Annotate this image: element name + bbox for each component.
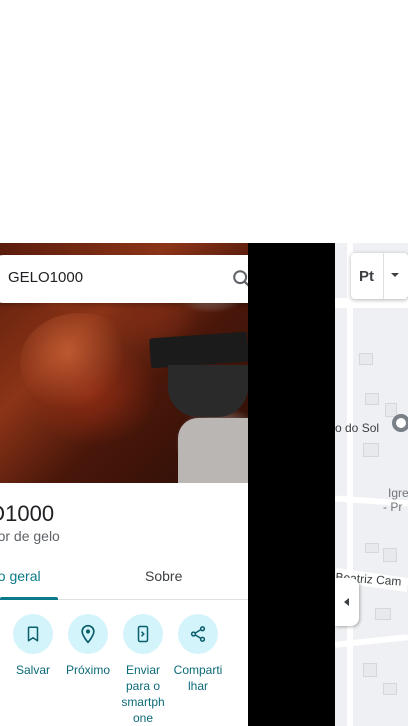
send-to-phone-button[interactable]: Enviar para o smartph one — [113, 614, 173, 726]
panel-gap — [248, 243, 335, 726]
nearby-label: Próximo — [65, 663, 110, 677]
bookmark-icon — [13, 614, 53, 654]
save-label: Salvar — [15, 663, 50, 677]
photo-grill-base — [168, 365, 248, 417]
map-label-church: Igre — [388, 486, 408, 500]
photo-grill — [149, 331, 248, 369]
chevron-down-icon[interactable] — [391, 273, 399, 277]
map-road — [335, 634, 408, 648]
nearby-icon — [68, 614, 108, 654]
map-road — [347, 243, 353, 726]
place-title: O1000 — [0, 501, 55, 526]
map-building — [363, 443, 379, 457]
nearby-button[interactable]: Próximo — [58, 614, 118, 678]
search-input[interactable]: GELO1000 — [8, 269, 83, 286]
map-building — [383, 683, 397, 695]
map-building — [365, 393, 379, 405]
map-pin-icon[interactable] — [392, 414, 408, 432]
share-icon — [178, 614, 218, 654]
collapse-panel-button[interactable] — [335, 578, 359, 626]
send-to-phone-icon — [123, 614, 163, 654]
tab-about[interactable]: Sobre — [145, 568, 182, 584]
map-road — [335, 298, 408, 308]
layers-separator — [383, 253, 384, 299]
send-to-phone-label: Enviar para o smartph one — [121, 663, 165, 725]
map-label-fragment: - Pr — [383, 500, 403, 514]
place-category[interactable]: edor de gelo — [0, 528, 60, 544]
map-building — [383, 548, 397, 562]
map-building — [363, 663, 377, 677]
chevron-left-icon — [344, 598, 349, 606]
layers-label: Pt — [359, 268, 374, 285]
share-button[interactable]: Comparti lhar — [168, 614, 228, 694]
map-building — [365, 543, 379, 553]
save-button[interactable]: Salvar — [3, 614, 63, 678]
photo-highlight — [20, 313, 140, 413]
tab-overview[interactable]: ão geral — [0, 568, 41, 584]
map-label-street: o do Sol — [335, 421, 380, 435]
layers-button[interactable]: Pt — [351, 253, 408, 299]
map-building — [375, 608, 391, 620]
share-label: Comparti lhar — [173, 663, 223, 693]
map-canvas[interactable] — [335, 243, 408, 726]
active-tab-indicator — [0, 597, 58, 600]
photo-background — [178, 418, 248, 483]
map-building — [359, 353, 373, 365]
